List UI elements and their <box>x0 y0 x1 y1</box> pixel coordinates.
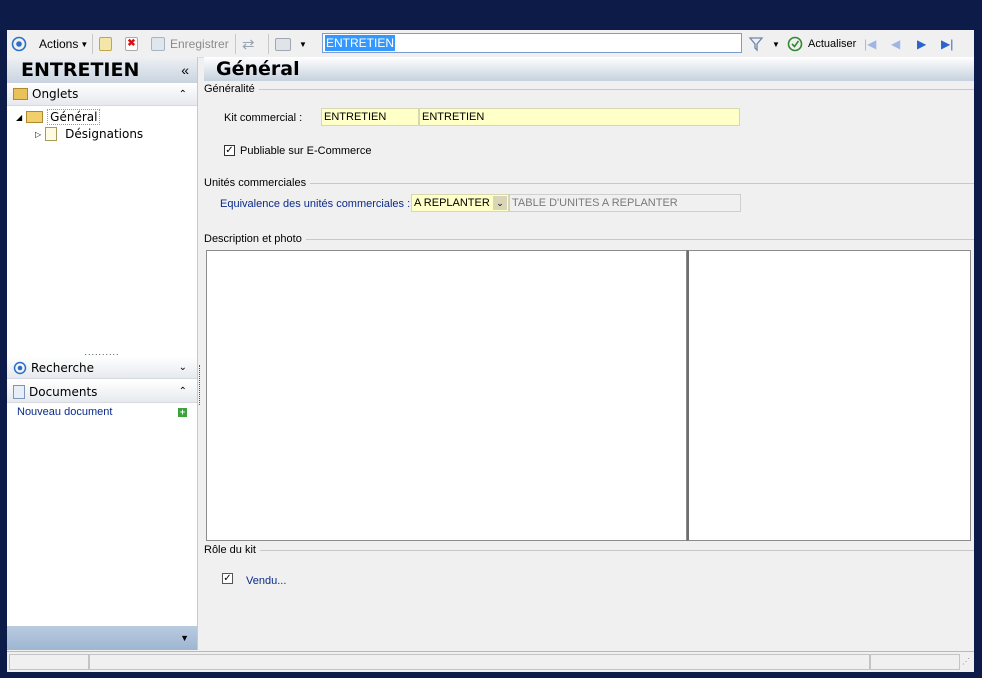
chevron-down-icon: ▼ <box>772 39 780 49</box>
chevron-down-icon: ▼ <box>80 39 89 49</box>
first-icon: |◀ <box>864 37 877 51</box>
generalite-group-label: Généralité <box>204 83 255 95</box>
description-textarea[interactable] <box>206 250 687 541</box>
main-window: Actions ▼ ✖ Enregistrer ⇄ ▼ ENTRETIEN ▼ <box>7 30 974 672</box>
save-label: Enregistrer <box>170 37 229 51</box>
documents-icon <box>13 384 25 399</box>
menu-button[interactable] <box>11 34 27 54</box>
equiv-select[interactable]: A REPLANTER ⌄ <box>411 194 509 212</box>
refresh-arrows-icon: ⇄ <box>242 36 255 53</box>
kit-name-field[interactable]: ENTRETIEN <box>419 108 740 126</box>
status-cell-3 <box>870 654 960 670</box>
actions-label: Actions <box>39 37 79 51</box>
last-record-button[interactable]: ▶| <box>941 34 953 54</box>
chevron-down-icon: ▼ <box>299 39 307 49</box>
refresh-button[interactable]: Actualiser <box>787 34 856 54</box>
folder-icon <box>13 88 28 100</box>
status-cell-2 <box>89 654 870 670</box>
kit-label: Kit commercial : <box>224 112 303 124</box>
next-record-button[interactable]: ▶ <box>917 34 926 54</box>
filter-icon <box>748 37 764 52</box>
role-group-label: Rôle du kit <box>204 544 256 556</box>
toolbar: Actions ▼ ✖ Enregistrer ⇄ ▼ ENTRETIEN ▼ <box>7 30 974 58</box>
equiv-value: A REPLANTER <box>414 197 490 209</box>
print-button[interactable]: ▼ <box>275 34 307 54</box>
tree-item-general-label: Général <box>47 109 101 125</box>
equiv-description: TABLE D'UNITES A REPLANTER <box>509 194 741 212</box>
description-group: Description et photo <box>204 232 974 246</box>
status-bar: ⋰ <box>7 651 974 672</box>
search-section-label: Recherche <box>31 360 95 375</box>
new-button[interactable] <box>99 34 112 54</box>
delete-icon: ✖ <box>125 37 138 51</box>
record-title: ENTRETIEN <box>21 59 140 81</box>
units-group-label: Unités commerciales <box>204 177 307 189</box>
role-group: Rôle du kit <box>204 543 974 557</box>
new-icon <box>99 37 112 51</box>
tree-item-designations[interactable]: ▷ Désignations <box>35 127 143 141</box>
chevron-down-icon: ⌄ <box>178 362 187 373</box>
tabs-section-label: Onglets <box>32 87 79 101</box>
delete-button[interactable]: ✖ <box>125 34 138 54</box>
print-icon <box>275 37 291 51</box>
left-panel-header: ENTRETIEN « <box>7 57 197 83</box>
menu-circle-icon <box>11 36 27 52</box>
new-document-link[interactable]: Nouveau document <box>17 406 112 418</box>
generalite-group: Généralité <box>204 82 974 96</box>
chevron-up-icon: ⌃ <box>178 88 187 100</box>
save-icon <box>151 37 165 51</box>
tabs-tree: ◢ Général ▷ Désignations <box>7 106 197 330</box>
open-folder-icon <box>26 111 44 123</box>
actions-menu[interactable]: Actions ▼ <box>39 34 88 54</box>
search-section-header[interactable]: Recherche ⌄ <box>7 357 197 379</box>
sold-label[interactable]: Vendu... <box>246 575 286 587</box>
tree-item-general[interactable]: ◢ Général <box>16 109 101 125</box>
refresh-label: Actualiser <box>808 38 857 50</box>
first-record-button[interactable]: |◀ <box>864 34 876 54</box>
form-area: Général Généralité Kit commercial : ENTR… <box>204 57 974 650</box>
publish-label: Publiable sur E-Commerce <box>240 145 372 157</box>
dropdown-chevron-icon[interactable]: ⌄ <box>493 196 507 210</box>
new-document-row: Nouveau document + <box>17 406 187 418</box>
form-title: Général <box>216 58 300 80</box>
last-icon: ▶| <box>941 37 954 51</box>
equiv-label: Equivalence des unités commerciales : <box>220 198 411 210</box>
documents-section-header[interactable]: Documents ⌃ <box>7 381 197 403</box>
kit-code-field[interactable]: ENTRETIEN <box>321 108 419 126</box>
document-icon <box>45 127 58 141</box>
chevron-up-icon: ⌃ <box>178 386 187 397</box>
prev-record-button[interactable]: ◀ <box>891 34 900 54</box>
status-cell-1 <box>9 654 89 670</box>
prev-icon: ◀ <box>891 37 901 51</box>
collapse-panel-button[interactable]: « <box>181 62 189 78</box>
left-panel-footer[interactable]: ▼ <box>7 626 197 650</box>
photo-box[interactable] <box>687 250 971 541</box>
search-circle-icon <box>13 361 27 374</box>
left-panel: ENTRETIEN « Onglets ⌃ ◢ Général ▷ Désign… <box>7 57 198 650</box>
expand-icon: ▷ <box>35 129 42 139</box>
chevron-down-icon: ▼ <box>180 633 189 643</box>
add-icon[interactable]: + <box>178 407 187 417</box>
save-button[interactable]: Enregistrer <box>151 34 229 54</box>
publish-checkbox[interactable]: ✓ <box>224 145 235 156</box>
search-input[interactable]: ENTRETIEN <box>322 33 742 53</box>
resize-grip-icon[interactable]: ⋰ <box>962 657 970 666</box>
documents-section-label: Documents <box>29 384 98 399</box>
form-header: Général <box>204 57 974 81</box>
units-group: Unités commerciales <box>204 176 974 190</box>
description-group-label: Description et photo <box>204 233 302 245</box>
refresh-circle-icon <box>787 36 803 52</box>
tabs-section-header[interactable]: Onglets ⌃ <box>7 83 197 106</box>
tree-item-designations-label: Désignations <box>65 127 144 141</box>
filter-button[interactable]: ▼ <box>748 34 780 54</box>
panel-splitter[interactable] <box>199 365 202 405</box>
next-icon: ▶ <box>917 37 927 51</box>
expand-collapse-icon: ◢ <box>16 112 23 122</box>
search-value: ENTRETIEN <box>325 35 396 51</box>
sold-checkbox[interactable]: ✓ <box>222 573 233 584</box>
sync-button[interactable]: ⇄ <box>242 34 255 54</box>
